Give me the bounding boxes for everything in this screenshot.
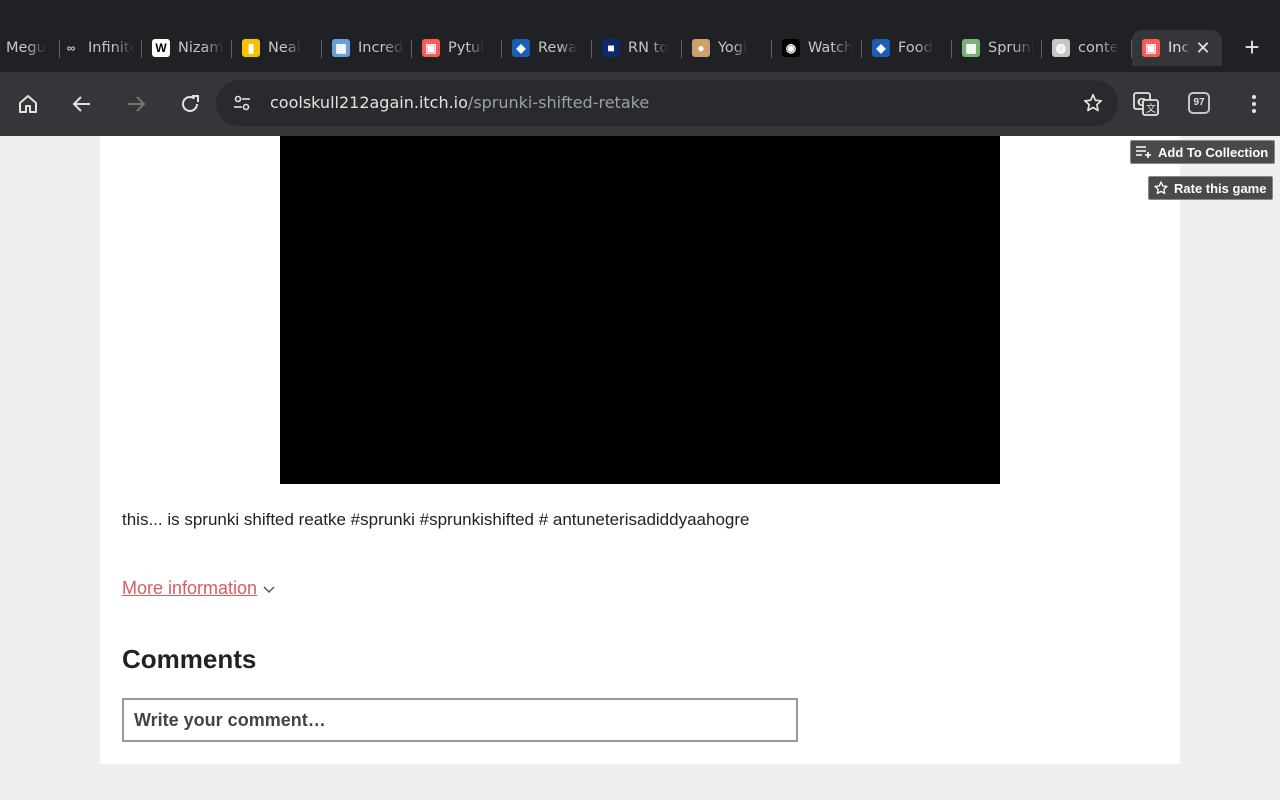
page-content: this... is sprunki shifted reatke #sprun…	[0, 136, 1280, 800]
chevron-down-icon	[263, 578, 275, 599]
browser-tab[interactable]: ■ RN to	[592, 30, 682, 66]
comment-field[interactable]	[122, 698, 798, 742]
browser-tab[interactable]: ◉ Watch	[772, 30, 862, 66]
close-tab-icon[interactable]: ✕	[1194, 39, 1212, 57]
browser-tab[interactable]: ▣ Incredibox✕	[1132, 30, 1222, 66]
tab-title: conte	[1078, 40, 1119, 56]
extension-badge-button[interactable]: 97	[1188, 92, 1210, 114]
reload-icon	[182, 95, 199, 112]
tab-title: Yogi	[718, 40, 748, 56]
browser-menu-button[interactable]	[1238, 88, 1270, 120]
rewards-icon: ◆	[872, 39, 890, 57]
planet-icon: ●	[692, 39, 710, 57]
rn-icon: ■	[602, 39, 620, 57]
url-host: coolskull212again.itch.io	[270, 93, 468, 112]
browser-toolbar: coolskull212again.itch.io/sprunki-shifte…	[0, 72, 1280, 136]
globe-icon: ◍	[1052, 39, 1070, 57]
tab-title: Watch	[808, 40, 854, 56]
reload-button[interactable]	[174, 88, 206, 120]
tab-title: Food	[898, 40, 933, 56]
infinity-icon: ∞	[62, 39, 80, 57]
back-button[interactable]	[66, 88, 98, 120]
neal-icon: ▮	[242, 39, 260, 57]
rate-game-label: Rate this game	[1174, 180, 1267, 196]
tab-title: Incredibox	[1168, 40, 1190, 56]
browser-tab[interactable]: ▦ Sprunki	[952, 30, 1042, 66]
browser-tab[interactable]: •Megu	[0, 30, 60, 66]
game-description: this... is sprunki shifted reatke #sprun…	[122, 510, 750, 529]
sprunki-icon: ▦	[962, 39, 980, 57]
site-info-icon[interactable]	[232, 93, 252, 118]
translate-button[interactable]: G文	[1130, 88, 1162, 120]
tab-title: Sprunki	[988, 40, 1034, 56]
kebab-menu-icon	[1252, 95, 1256, 113]
home-button[interactable]	[12, 88, 44, 120]
tab-title: Megu	[6, 40, 46, 56]
svg-text:文: 文	[1146, 102, 1156, 115]
game-embed-frame[interactable]	[280, 136, 1000, 484]
bookmark-star-icon[interactable]	[1082, 92, 1104, 119]
url-text[interactable]: coolskull212again.itch.io/sprunki-shifte…	[270, 93, 649, 112]
browser-tab[interactable]: W Nizam	[142, 30, 232, 66]
forward-button[interactable]	[120, 88, 152, 120]
incredibox-icon: ▦	[332, 39, 350, 57]
itch-icon: ▣	[1142, 39, 1160, 57]
home-icon	[19, 95, 37, 113]
comments-heading: Comments	[122, 644, 257, 674]
watch-icon: ◉	[782, 39, 800, 57]
more-information-link[interactable]: More information	[122, 578, 275, 599]
game-page-card: this... is sprunki shifted reatke #sprun…	[100, 136, 1180, 764]
url-path: /sprunki-shifted-retake	[467, 93, 650, 112]
browser-tab[interactable]: ◆ Rewa	[502, 30, 592, 66]
star-icon	[1154, 181, 1168, 195]
rewards-icon: ◆	[512, 39, 530, 57]
browser-tab[interactable]: ▮ Neal	[232, 30, 322, 66]
tab-strip: •Megu∞ Infinite W Nizam ▮ Neal ▦ Incredibox ▣ Pyt…	[0, 0, 1280, 72]
wikipedia-icon: W	[152, 39, 170, 57]
comment-input[interactable]	[124, 700, 796, 740]
new-tab-button[interactable]: +	[1238, 34, 1266, 62]
browser-tab[interactable]: ◆ Food	[862, 30, 952, 66]
tab-title: Neal	[268, 40, 301, 56]
address-bar[interactable]: coolskull212again.itch.io/sprunki-shifte…	[216, 80, 1118, 126]
browser-tab[interactable]: ▦ Incredibox	[322, 30, 412, 66]
browser-tab[interactable]: ∞ Infinite	[52, 30, 142, 66]
tab-title: Pytul	[448, 40, 485, 56]
forward-arrow-icon	[128, 96, 146, 112]
translate-icon: G文	[1133, 92, 1159, 116]
tab-title: RN to	[628, 40, 669, 56]
browser-tab[interactable]: ◍ conte	[1042, 30, 1132, 66]
more-information-label: More information	[122, 578, 258, 598]
browser-tab[interactable]: ▣ Pytul	[412, 30, 502, 66]
browser-tab[interactable]: ● Yogi	[682, 30, 772, 66]
rate-game-button[interactable]: Rate this game	[1148, 176, 1274, 200]
tab-title: Incredibox	[358, 40, 404, 56]
itch-icon: ▣	[422, 39, 440, 57]
tab-title: Rewa	[538, 40, 578, 56]
back-arrow-icon	[72, 96, 90, 112]
add-to-collection-label: Add To Collection	[1158, 144, 1269, 160]
tab-title: Infinite	[88, 40, 134, 56]
add-to-list-icon	[1136, 146, 1151, 158]
add-to-collection-button[interactable]: Add To Collection	[1130, 140, 1276, 164]
tab-title: Nizam	[178, 40, 224, 56]
